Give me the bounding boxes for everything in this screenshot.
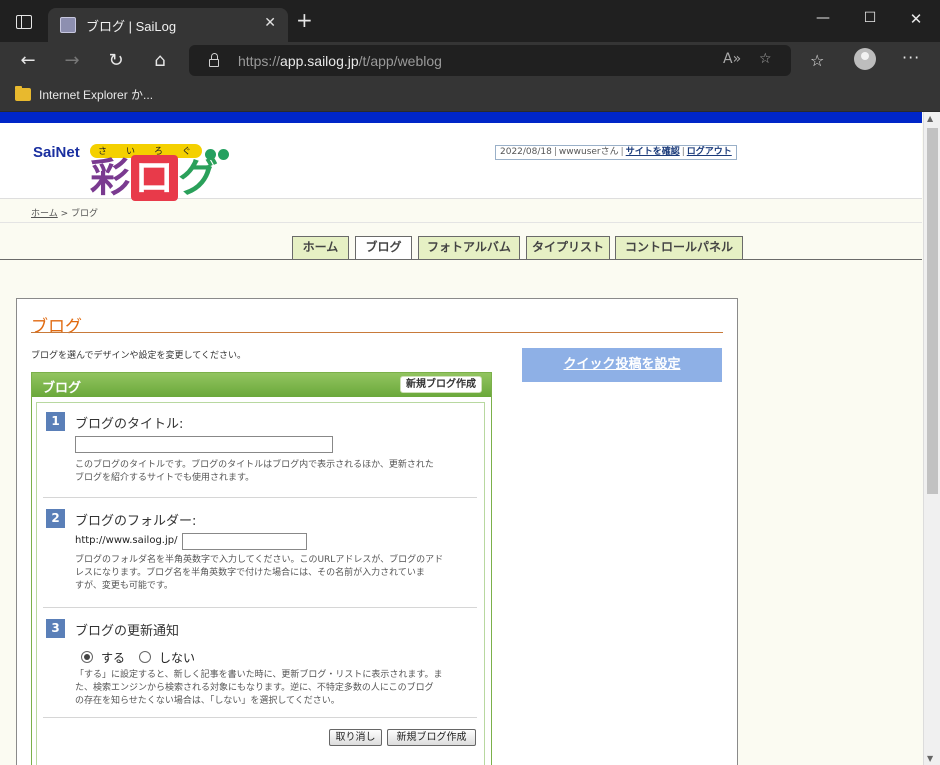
tab-control-panel[interactable]: コントロールパネル (615, 236, 743, 259)
blog-title-input[interactable] (75, 436, 333, 453)
step-description: ブログのフォルダ名を半角英数字で入力してください。このURLアドレスが、ブログの… (75, 555, 444, 591)
user-name: wwwuserさん (558, 147, 619, 157)
favorites-item[interactable]: Internet Explorer か... (39, 86, 153, 103)
lock-icon[interactable] (209, 53, 219, 67)
new-blog-header-button[interactable]: 新規ブログ作成 (400, 376, 482, 393)
top-accent-bar (0, 112, 922, 123)
url-text[interactable]: https://app.sailog.jp/t/app/weblog (238, 53, 442, 69)
tab-type-list[interactable]: タイプリスト (526, 236, 610, 259)
favicon-icon (60, 17, 76, 33)
section-title: ブログ (31, 317, 82, 337)
notify-yes-radio[interactable] (81, 651, 93, 663)
blog-panel: ブログ 新規ブログ作成 1 ブログのタイトル: このブログのタイトルです。ブログ… (31, 372, 492, 765)
forward-arrow-icon[interactable]: → (61, 50, 83, 72)
create-blog-button[interactable]: 新規ブログ作成 (387, 729, 476, 746)
logout-link[interactable]: ログアウト (687, 147, 732, 157)
breadcrumb-current: ブログ (71, 209, 99, 219)
sainet-logo[interactable]: SaiNet (33, 144, 80, 161)
page-viewport: SaiNet さ い ろ ぐ 彩ログ 2022/08/18 | wwwuserさん |… (0, 112, 940, 765)
read-aloud-icon[interactable]: A» (723, 51, 741, 67)
minimize-icon[interactable]: — (800, 10, 846, 26)
vertical-scrollbar[interactable]: ▲ ▼ (923, 112, 940, 765)
tab-title: ブログ | SaiLog (86, 19, 177, 34)
navigation-bar: ← → ↻ ⌂ https://app.sailog.jp/t/app/webl… (0, 42, 940, 79)
close-icon[interactable]: ✕ (264, 15, 276, 31)
scroll-thumb[interactable] (927, 128, 938, 494)
add-favorite-icon[interactable]: ☆ (759, 51, 772, 67)
window-icon[interactable] (16, 15, 32, 29)
step-label: ブログのタイトル: (75, 417, 184, 432)
step-label: ブログの更新通知 (75, 624, 180, 639)
site-header: SaiNet さ い ろ ぐ 彩ログ 2022/08/18 | wwwuserさん |… (0, 123, 922, 201)
favorites-bar: Internet Explorer か... (0, 79, 940, 112)
step-label: ブログのフォルダー: (75, 514, 197, 529)
tab-home[interactable]: ホーム (292, 236, 349, 259)
breadcrumb: ホーム > ブログ (31, 209, 99, 219)
panel-header: ブログ 新規ブログ作成 (32, 373, 491, 397)
panel-body: 1 ブログのタイトル: このブログのタイトルです。ブログのタイトルはブログ内で表… (36, 402, 485, 765)
folder-icon[interactable] (15, 86, 31, 101)
step-number: 2 (46, 509, 65, 528)
view-site-link[interactable]: サイトを確認 (626, 147, 680, 157)
address-bar[interactable]: https://app.sailog.jp/t/app/weblog A» ☆ (189, 45, 791, 76)
content-box: ブログ ブログを選んでデザインや設定を変更してください。 クイック投稿を設定 ブ… (16, 298, 738, 765)
favorites-icon[interactable]: ☆ (810, 51, 824, 70)
notify-yes-label[interactable]: する (101, 649, 125, 666)
step-number: 1 (46, 412, 65, 431)
notify-no-label[interactable]: しない (159, 649, 195, 666)
reload-icon[interactable]: ↻ (105, 50, 127, 72)
maximize-icon[interactable]: ☐ (847, 10, 893, 26)
breadcrumb-home[interactable]: ホーム (31, 209, 58, 219)
tab-blog[interactable]: ブログ (355, 236, 412, 260)
page: SaiNet さ い ろ ぐ 彩ログ 2022/08/18 | wwwuserさん |… (0, 112, 922, 765)
sailog-logo[interactable]: 彩ログ (90, 155, 219, 201)
user-info-box: 2022/08/18 | wwwuserさん | サイトを確認 | ログアウト (495, 145, 737, 160)
step-description: 「する」に設定すると、新しく記事を書いた時に、更新ブログ・リストに表示されます。… (75, 670, 443, 706)
plus-icon[interactable]: + (296, 10, 313, 30)
home-icon[interactable]: ⌂ (149, 50, 171, 72)
blog-folder-input[interactable] (182, 533, 307, 550)
folder-url-prefix: http://www.sailog.jp/ (75, 535, 178, 546)
quick-post-settings-button[interactable]: クイック投稿を設定 (522, 348, 722, 382)
notify-no-radio[interactable] (139, 651, 151, 663)
scroll-up-icon[interactable]: ▲ (927, 114, 933, 123)
profile-icon[interactable] (854, 48, 876, 70)
tab-photo-album[interactable]: フォトアルバム (418, 236, 520, 259)
title-bar: ブログ | SaiLog ✕ + — ☐ ✕ (0, 0, 940, 42)
panel-title: ブログ (42, 381, 82, 396)
back-arrow-icon[interactable]: ← (17, 50, 39, 72)
window-close-icon[interactable]: ✕ (893, 10, 939, 28)
browser-tab[interactable]: ブログ | SaiLog ✕ (48, 8, 288, 42)
intro-text: ブログを選んでデザインや設定を変更してください。 (31, 351, 247, 361)
login-date: 2022/08/18 (500, 147, 552, 157)
more-icon[interactable]: ··· (902, 48, 920, 67)
step-description: このブログのタイトルです。ブログのタイトルはブログ内で表示されるほか、更新された… (75, 460, 434, 483)
step-number: 3 (46, 619, 65, 638)
cancel-button[interactable]: 取り消し (329, 729, 382, 746)
scroll-down-icon[interactable]: ▼ (927, 754, 933, 763)
